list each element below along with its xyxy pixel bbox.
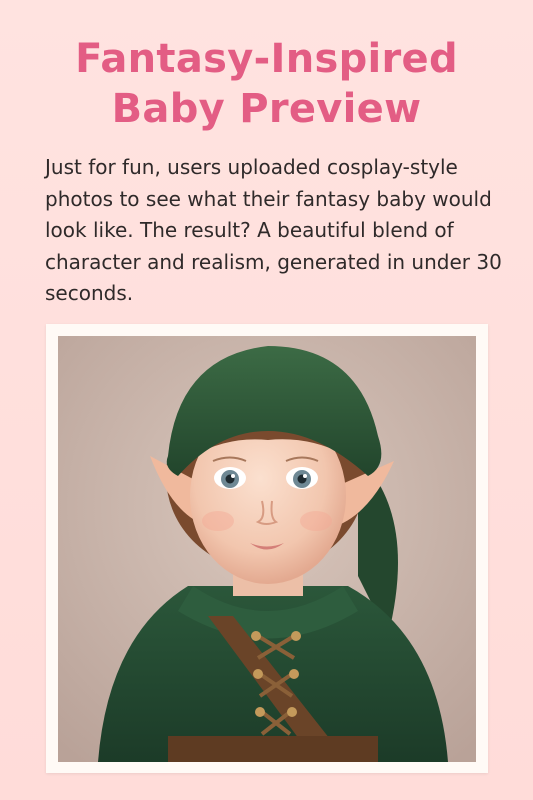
baby-elf-photo bbox=[58, 336, 476, 762]
title-line-2: Baby Preview bbox=[111, 86, 422, 132]
title-line-1: Fantasy-Inspired bbox=[75, 36, 458, 82]
page-background: Fantasy-Inspired Baby Preview Just for f… bbox=[0, 0, 533, 800]
page-title: Fantasy-Inspired Baby Preview bbox=[0, 34, 533, 134]
description-text: Just for fun, users uploaded cosplay-sty… bbox=[45, 155, 502, 305]
photo-frame bbox=[46, 324, 488, 773]
